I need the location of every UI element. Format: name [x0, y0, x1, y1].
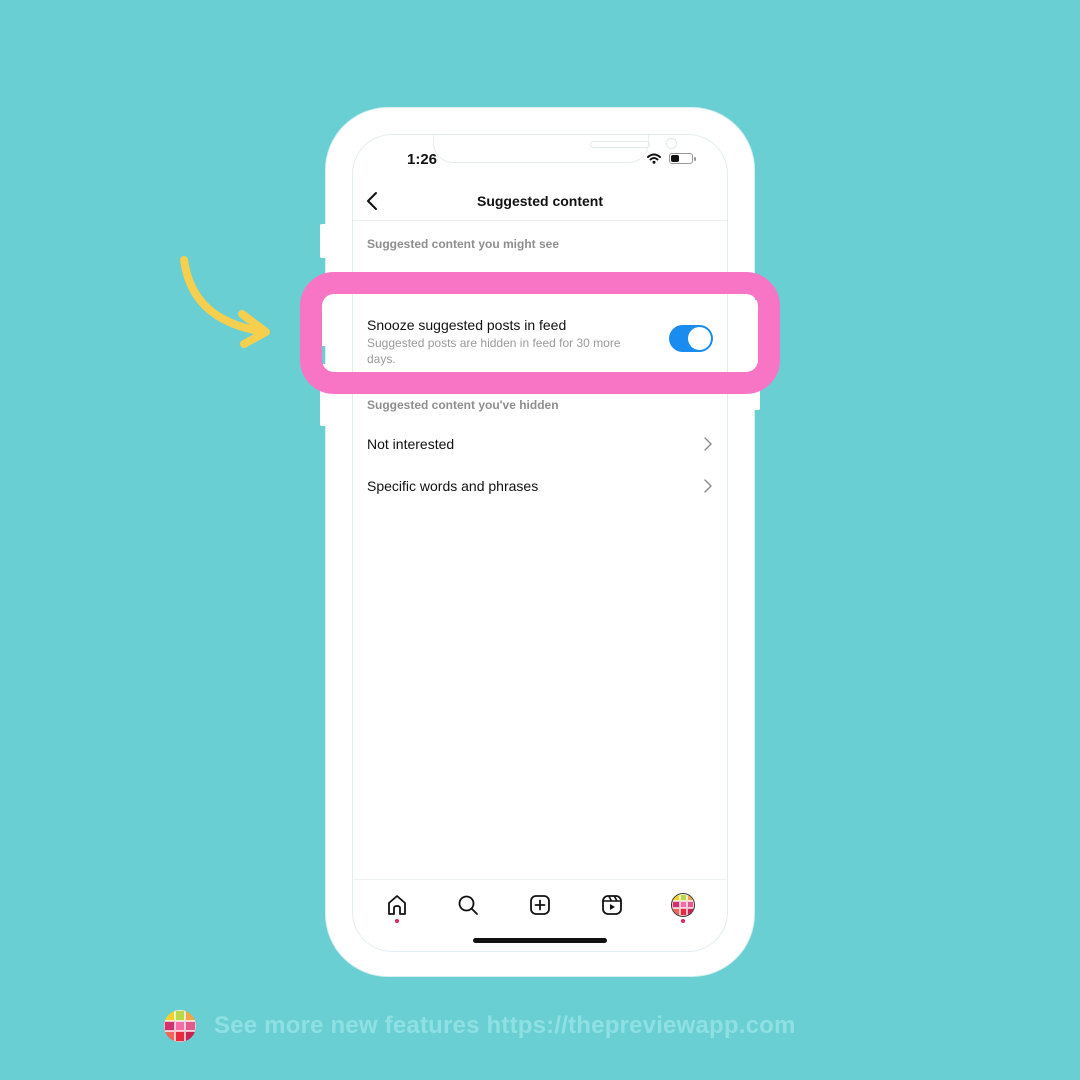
avatar-icon — [671, 892, 696, 917]
footer-promo: See more new features https://thepreview… — [164, 1010, 796, 1042]
logo-cell — [679, 893, 687, 901]
notification-dot — [681, 918, 686, 923]
section-label-hidden: Suggested content you've hidden — [367, 398, 559, 412]
logo-cell — [174, 1010, 186, 1021]
status-icons — [647, 153, 696, 164]
chevron-right-icon — [704, 479, 712, 493]
logo-cell — [174, 1020, 186, 1032]
tab-create[interactable] — [520, 885, 560, 925]
logo-cell — [686, 900, 695, 909]
tab-home[interactable] — [377, 885, 417, 925]
list-item-not-interested[interactable]: Not interested — [367, 424, 713, 464]
notch — [433, 135, 677, 163]
footer-text[interactable]: See more new features https://thepreview… — [214, 1012, 796, 1040]
phone-side-button — [320, 224, 328, 258]
logo-cell — [672, 893, 680, 901]
battery-icon — [669, 153, 696, 164]
logo-cell — [672, 900, 680, 909]
logo-cell — [185, 1020, 196, 1032]
page-title: Suggested content — [476, 193, 603, 209]
wifi-icon — [647, 153, 661, 164]
list-item-specific-words[interactable]: Specific words and phrases — [367, 466, 713, 506]
section-label-might-see: Suggested content you might see — [367, 237, 560, 251]
status-time: 1:26 — [407, 151, 438, 168]
battery-level — [671, 155, 679, 162]
logo-cell — [174, 1031, 186, 1042]
reels-icon — [601, 894, 622, 915]
logo-cell — [686, 908, 695, 916]
logo-cell — [164, 1020, 175, 1032]
speaker — [590, 141, 650, 148]
logo-cell — [686, 893, 695, 901]
logo-cell — [672, 908, 680, 916]
list-item-label: Specific words and phrases — [367, 478, 539, 494]
home-icon — [387, 894, 406, 915]
preview-app-logo — [164, 1010, 196, 1042]
notification-dot — [394, 918, 399, 923]
logo-cell — [164, 1031, 175, 1042]
plus-square-icon — [530, 894, 550, 915]
tab-search[interactable] — [448, 885, 488, 925]
logo-cell — [679, 908, 687, 916]
highlight-box — [300, 272, 780, 394]
list-item-label: Not interested — [367, 436, 455, 452]
logo-cell — [679, 900, 687, 909]
curved-arrow-icon — [180, 256, 270, 348]
chevron-right-icon — [704, 437, 712, 451]
phone-screen: 1:26 Suggested content Suggested content… — [352, 134, 728, 952]
camera — [666, 138, 677, 149]
tab-profile[interactable] — [663, 885, 703, 925]
tab-reels[interactable] — [592, 885, 632, 925]
logo-cell — [164, 1010, 175, 1021]
logo-cell — [185, 1010, 196, 1021]
nav-bar: Suggested content — [353, 181, 727, 221]
logo-cell — [185, 1031, 196, 1042]
tab-bar — [353, 879, 727, 929]
search-icon — [458, 895, 479, 915]
home-indicator — [473, 938, 607, 943]
